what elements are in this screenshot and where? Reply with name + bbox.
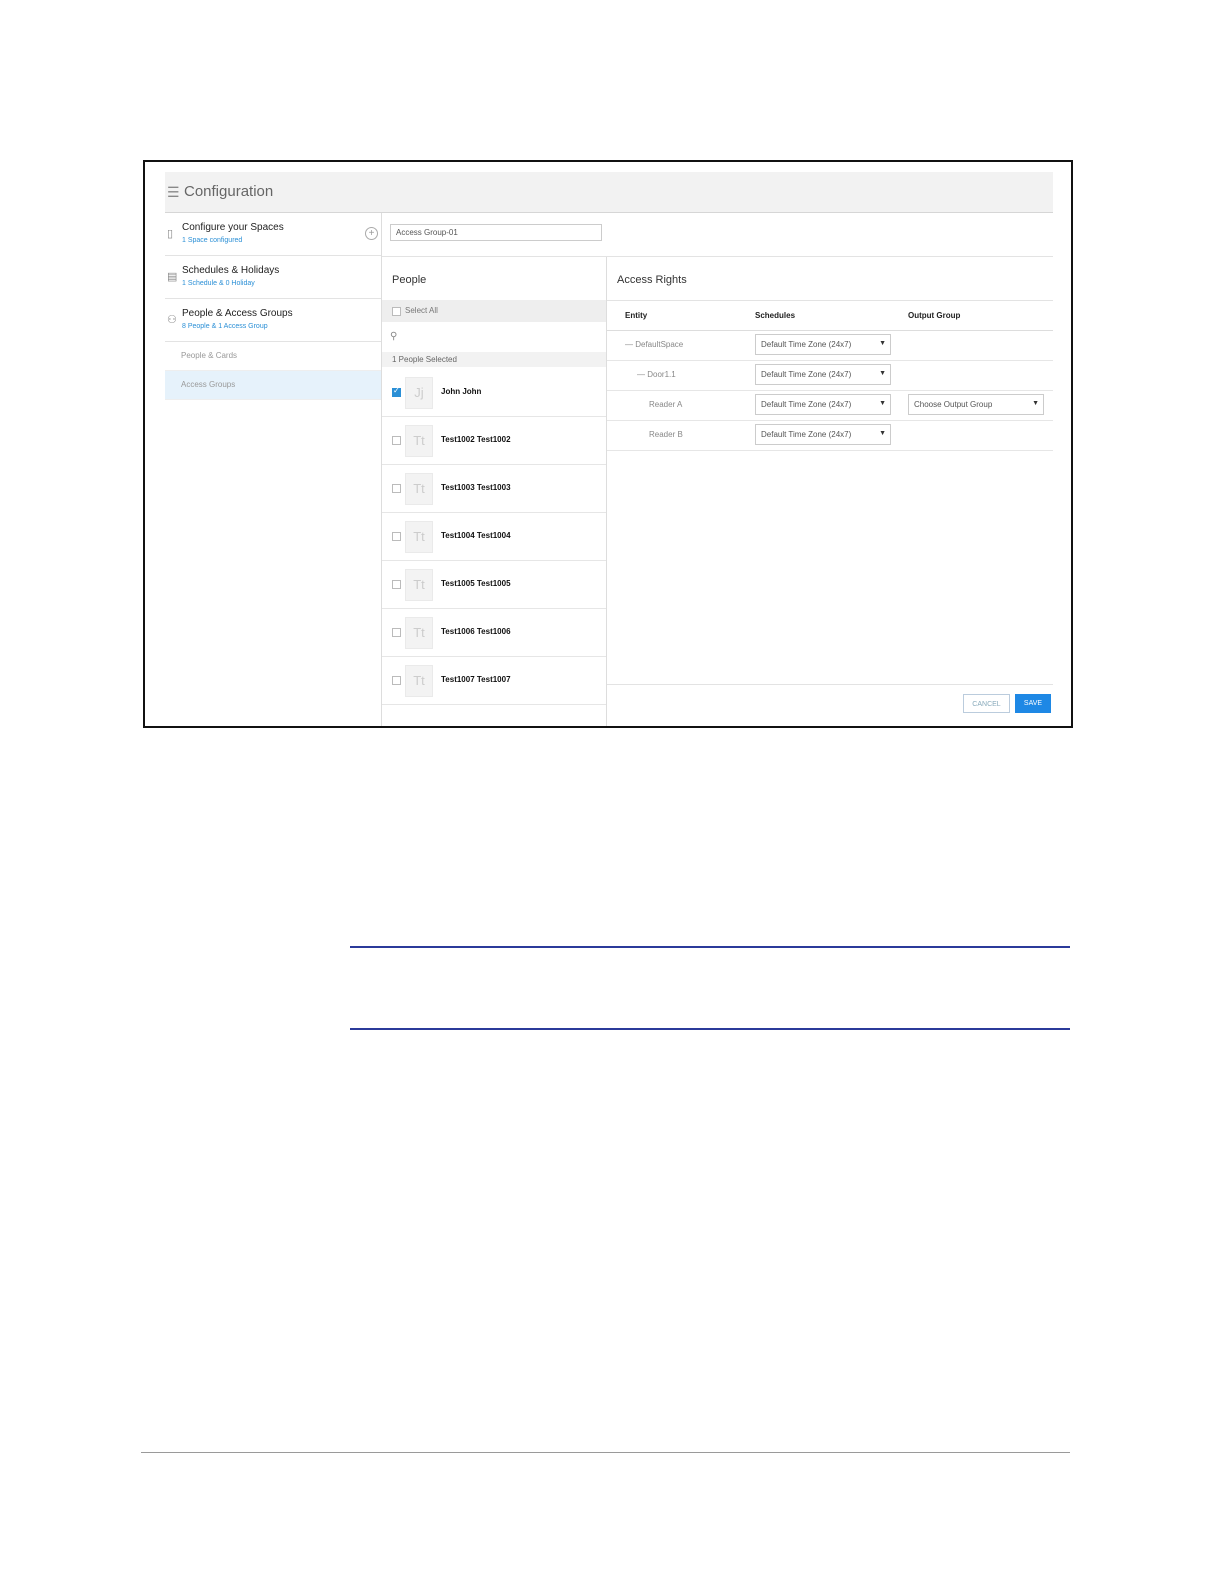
building-icon: ▯ xyxy=(167,228,174,240)
screenshot-frame: ☰ Configuration ▯ Configure your Spaces … xyxy=(143,160,1073,728)
sidebar-subitem-people-cards[interactable]: People & Cards xyxy=(165,342,381,371)
schedule-value: Default Time Zone (24x7) xyxy=(761,340,852,349)
person-row[interactable]: Tt Test1002 Test1002 xyxy=(382,416,606,465)
people-header: People xyxy=(392,274,427,286)
page-footer-rule xyxy=(141,1452,1070,1453)
avatar: Tt xyxy=(405,665,433,697)
access-rights-header: Access Rights xyxy=(617,274,687,286)
person-checkbox[interactable] xyxy=(392,386,401,397)
selected-count-bar: 1 People Selected xyxy=(382,352,606,367)
calendar-icon: ▤ xyxy=(167,271,178,283)
access-rights-panel: Access Rights Entity Schedules Output Gr… xyxy=(607,257,1053,726)
access-right-row: — DefaultSpace Default Time Zone (24x7) ▼ xyxy=(607,330,1053,361)
output-group-value: Choose Output Group xyxy=(914,400,993,409)
schedule-value: Default Time Zone (24x7) xyxy=(761,400,852,409)
sidebar-item-people-access[interactable]: ⚇ People & Access Groups 8 People & 1 Ac… xyxy=(165,299,381,342)
access-right-row: Reader A Default Time Zone (24x7) ▼ Choose … xyxy=(607,390,1053,421)
dropdown-arrow-icon: ▼ xyxy=(879,340,886,347)
person-checkbox[interactable] xyxy=(392,676,401,685)
person-checkbox[interactable] xyxy=(392,532,401,541)
person-row[interactable]: Tt Test1006 Test1006 xyxy=(382,608,606,657)
entity-label: — Door1.1 xyxy=(637,370,676,379)
person-name: Test1005 Test1005 xyxy=(441,579,511,588)
sidebar-item-title: Schedules & Holidays xyxy=(182,265,280,276)
person-checkbox[interactable] xyxy=(392,436,401,445)
person-row[interactable]: Jj John John xyxy=(382,368,606,417)
cancel-button[interactable]: CANCEL xyxy=(963,694,1010,713)
output-group-select[interactable]: Choose Output Group ▼ xyxy=(908,394,1044,415)
person-row[interactable]: Tt Test1003 Test1003 xyxy=(382,464,606,513)
sidebar-item-title: People & Access Groups xyxy=(182,308,293,319)
hamburger-menu-icon[interactable]: ☰ xyxy=(167,184,180,201)
person-checkbox[interactable] xyxy=(392,580,401,589)
dropdown-arrow-icon: ▼ xyxy=(879,430,886,437)
person-name: Test1007 Test1007 xyxy=(441,675,511,684)
select-all-row[interactable]: Select All xyxy=(382,300,606,322)
person-name: John John xyxy=(441,387,482,396)
sidebar-item-spaces[interactable]: ▯ Configure your Spaces 1 Space configur… xyxy=(165,213,381,256)
schedule-value: Default Time Zone (24x7) xyxy=(761,370,852,379)
avatar: Tt xyxy=(405,521,433,553)
sidebar-item-title: Configure your Spaces xyxy=(182,222,284,233)
avatar: Tt xyxy=(405,473,433,505)
document-rule-top xyxy=(350,946,1070,948)
access-right-row: Reader B Default Time Zone (24x7) ▼ xyxy=(607,420,1053,451)
schedule-value: Default Time Zone (24x7) xyxy=(761,430,852,439)
page-title: Configuration xyxy=(184,183,274,200)
avatar: Tt xyxy=(405,569,433,601)
column-output-group: Output Group xyxy=(908,311,961,320)
top-bar: ☰ Configuration xyxy=(165,172,1053,213)
people-icon: ⚇ xyxy=(167,314,177,326)
add-space-icon[interactable]: + xyxy=(365,227,378,240)
person-row[interactable]: Tt Test1004 Test1004 xyxy=(382,512,606,561)
person-name: Test1002 Test1002 xyxy=(441,435,511,444)
search-icon: ⚲ xyxy=(390,331,398,342)
access-right-row: — Door1.1 Default Time Zone (24x7) ▼ xyxy=(607,360,1053,391)
save-button[interactable]: SAVE xyxy=(1015,694,1051,713)
select-all-label: Select All xyxy=(405,306,438,315)
sidebar-subitem-label: Access Groups xyxy=(181,380,236,389)
access-rights-columns: Entity Schedules Output Group xyxy=(607,300,1053,331)
document-rule-bottom xyxy=(350,1028,1070,1030)
person-row[interactable]: Tt Test1005 Test1005 xyxy=(382,560,606,609)
sidebar-item-subtitle: 8 People & 1 Access Group xyxy=(182,323,268,330)
avatar: Tt xyxy=(405,425,433,457)
person-row[interactable]: Tt Test1007 Test1007 xyxy=(382,656,606,705)
person-checkbox[interactable] xyxy=(392,484,401,493)
person-checkbox[interactable] xyxy=(392,628,401,637)
select-all-checkbox[interactable] xyxy=(392,307,401,316)
people-search[interactable]: ⚲ xyxy=(382,323,606,351)
access-group-name-input[interactable] xyxy=(390,224,602,241)
sidebar-item-subtitle: 1 Schedule & 0 Holiday xyxy=(182,280,255,287)
entity-label: — DefaultSpace xyxy=(625,340,684,349)
people-panel: People Select All ⚲ 1 People Selected Jj… xyxy=(382,257,607,726)
selected-count: 1 People Selected xyxy=(392,355,457,364)
person-name: Test1006 Test1006 xyxy=(441,627,511,636)
schedule-select[interactable]: Default Time Zone (24x7) ▼ xyxy=(755,364,891,385)
dropdown-arrow-icon: ▼ xyxy=(879,400,886,407)
column-schedules: Schedules xyxy=(755,311,796,320)
configuration-app: ☰ Configuration ▯ Configure your Spaces … xyxy=(165,172,1053,726)
schedule-select[interactable]: Default Time Zone (24x7) ▼ xyxy=(755,394,891,415)
column-entity: Entity xyxy=(625,311,648,320)
schedule-select[interactable]: Default Time Zone (24x7) ▼ xyxy=(755,334,891,355)
schedule-select[interactable]: Default Time Zone (24x7) ▼ xyxy=(755,424,891,445)
avatar: Jj xyxy=(405,377,433,409)
sidebar: ▯ Configure your Spaces 1 Space configur… xyxy=(165,213,382,726)
group-name-bar xyxy=(382,213,1053,257)
sidebar-item-schedules[interactable]: ▤ Schedules & Holidays 1 Schedule & 0 Ho… xyxy=(165,256,381,299)
person-name: Test1003 Test1003 xyxy=(441,483,511,492)
sidebar-item-subtitle: 1 Space configured xyxy=(182,237,243,244)
dropdown-arrow-icon: ▼ xyxy=(879,370,886,377)
action-footer: CANCEL SAVE xyxy=(607,684,1053,726)
sidebar-subitem-access-groups[interactable]: Access Groups xyxy=(165,371,381,400)
avatar: Tt xyxy=(405,617,433,649)
entity-label: Reader B xyxy=(649,430,683,439)
entity-label: Reader A xyxy=(649,400,683,409)
dropdown-arrow-icon: ▼ xyxy=(1032,400,1039,407)
person-name: Test1004 Test1004 xyxy=(441,531,511,540)
sidebar-subitem-label: People & Cards xyxy=(181,351,238,360)
